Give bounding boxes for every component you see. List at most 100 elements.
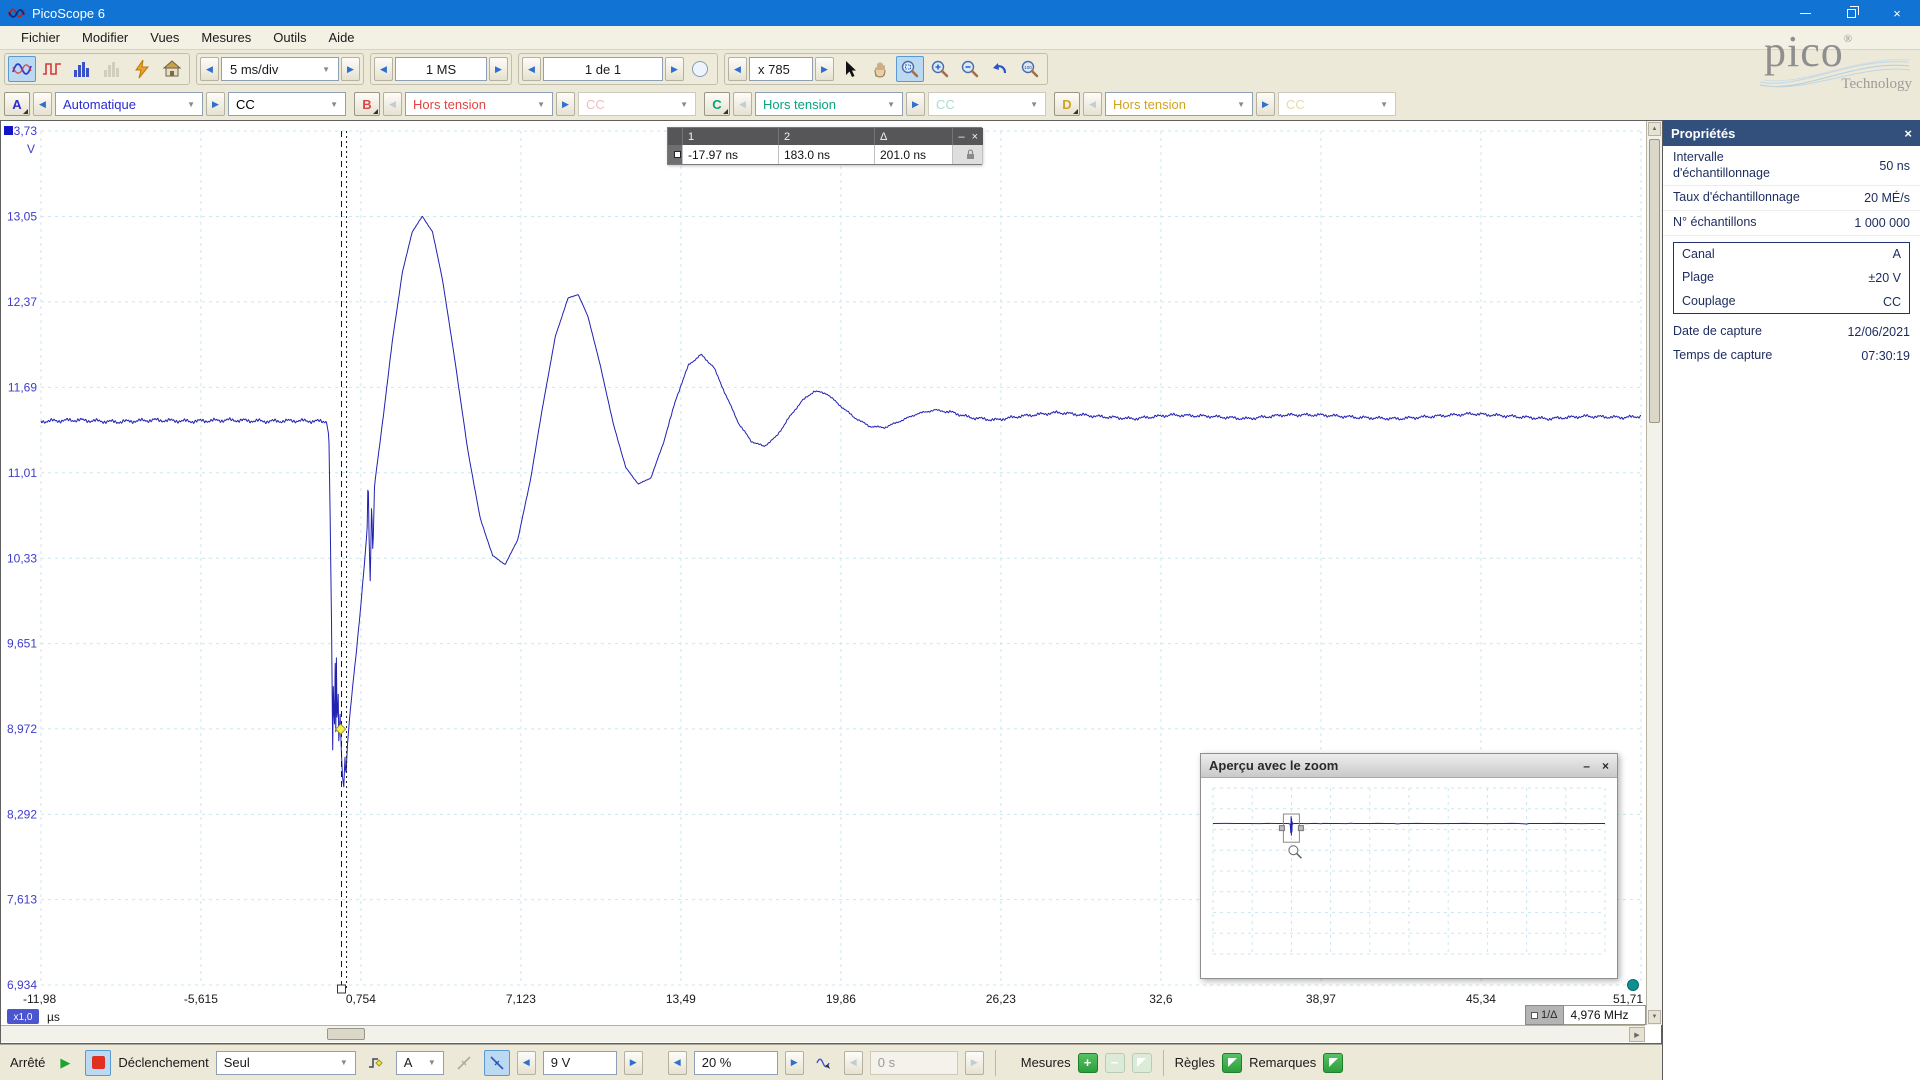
timebase-select[interactable]: 5 ms/div ▼ xyxy=(221,57,339,81)
vertical-scrollbar[interactable]: ▲ ▼ xyxy=(1646,121,1662,1025)
channel-d-range-up-button[interactable]: ▶ xyxy=(1256,92,1275,116)
trigger-timing-button[interactable] xyxy=(811,1050,837,1076)
pointer-tool-button[interactable] xyxy=(836,56,864,82)
pan-tool-button[interactable] xyxy=(866,56,894,82)
channel-b-range-up-button[interactable]: ▶ xyxy=(556,92,575,116)
menu-aide[interactable]: Aide xyxy=(318,27,366,48)
samples-next-button[interactable]: ▶ xyxy=(489,57,508,81)
channel-a-mode-select[interactable]: Automatique ▼ xyxy=(55,92,203,116)
pretrigger-up-button[interactable]: ▶ xyxy=(785,1051,804,1075)
channel-d-button[interactable]: D xyxy=(1054,92,1080,116)
close-button[interactable]: × xyxy=(1874,0,1920,26)
holdoff-field[interactable]: 0 s xyxy=(870,1051,958,1075)
channel-a-range-down-button[interactable]: ◀ xyxy=(33,92,52,116)
channel-c-coupling-select[interactable]: CC ▼ xyxy=(928,92,1046,116)
level-down-button[interactable]: ◀ xyxy=(517,1051,536,1075)
edit-measure-button[interactable] xyxy=(1132,1053,1152,1073)
channel-c-range-down-button[interactable]: ◀ xyxy=(733,92,752,116)
minimize-icon[interactable]: – xyxy=(958,131,964,143)
time-ruler-legend[interactable]: 1 2 Δ – × -17.97 ns 183.0 ns 201.0 ns xyxy=(667,127,982,165)
zoom-rect-handle[interactable] xyxy=(1298,826,1303,831)
channel-b-coupling-select[interactable]: CC ▼ xyxy=(578,92,696,116)
channel-b-mode-select[interactable]: Hors tension ▼ xyxy=(405,92,553,116)
trigger-source-select[interactable]: A ▼ xyxy=(396,1051,444,1075)
vertical-scrollbar-thumb[interactable] xyxy=(1649,139,1660,423)
buffer-overview-button[interactable] xyxy=(686,56,714,82)
zoom-box-tool-button[interactable] xyxy=(896,56,924,82)
channel-b-button[interactable]: B xyxy=(354,92,380,116)
samples-field[interactable]: 1 MS xyxy=(395,57,487,81)
zoom-in-tool-button[interactable] xyxy=(926,56,954,82)
ruler-drag-handle[interactable] xyxy=(338,985,346,993)
remove-measure-button[interactable]: − xyxy=(1105,1053,1125,1073)
axis-scale-dot[interactable] xyxy=(1628,980,1639,991)
notes-button[interactable] xyxy=(1323,1053,1343,1073)
home-button[interactable] xyxy=(158,56,186,82)
menu-modifier[interactable]: Modifier xyxy=(71,27,139,48)
zoom-overview-window[interactable]: Aperçu avec le zoom – × xyxy=(1200,753,1618,979)
falling-edge-button[interactable] xyxy=(484,1050,510,1076)
close-icon[interactable]: × xyxy=(1602,759,1609,773)
zoom-full-button[interactable]: 100 xyxy=(1016,56,1044,82)
xy-view-button[interactable] xyxy=(98,56,126,82)
minimize-button[interactable] xyxy=(1782,0,1828,26)
zoom-overview-plot[interactable] xyxy=(1201,778,1617,978)
scope-view-button[interactable] xyxy=(8,56,36,82)
level-up-button[interactable]: ▶ xyxy=(624,1051,643,1075)
holdoff-down-button[interactable]: ◀ xyxy=(844,1051,863,1075)
start-button[interactable]: ▶ xyxy=(52,1050,78,1076)
channel-d-range-down-button[interactable]: ◀ xyxy=(1083,92,1102,116)
zoom-out-tool-button[interactable] xyxy=(956,56,984,82)
rules-button[interactable] xyxy=(1222,1053,1242,1073)
buffer-prev-button[interactable]: ◀ xyxy=(522,57,541,81)
zoom-prev-button[interactable]: ◀ xyxy=(728,57,747,81)
close-icon[interactable]: × xyxy=(1904,126,1912,141)
channel-c-range-up-button[interactable]: ▶ xyxy=(906,92,925,116)
channel-a-coupling-select[interactable]: CC ▼ xyxy=(228,92,346,116)
samples-prev-button[interactable]: ◀ xyxy=(374,57,393,81)
scroll-right-button[interactable]: ▶ xyxy=(1629,1027,1645,1042)
menu-outils[interactable]: Outils xyxy=(262,27,317,48)
zoom-overview-titlebar[interactable]: Aperçu avec le zoom – × xyxy=(1201,754,1617,778)
pretrigger-down-button[interactable]: ◀ xyxy=(668,1051,687,1075)
zoom-overview-body[interactable] xyxy=(1201,778,1617,978)
channel-a-axis-indicator[interactable] xyxy=(4,126,13,135)
menu-fichier[interactable]: Fichier xyxy=(10,27,71,48)
channel-d-coupling-select[interactable]: CC ▼ xyxy=(1278,92,1396,116)
timebase-prev-button[interactable]: ◀ xyxy=(200,57,219,81)
add-measure-button[interactable]: + xyxy=(1078,1053,1098,1073)
buffer-next-button[interactable]: ▶ xyxy=(665,57,684,81)
channel-c-mode-select[interactable]: Hors tension ▼ xyxy=(755,92,903,116)
channel-c-button[interactable]: C xyxy=(704,92,730,116)
menu-mesures[interactable]: Mesures xyxy=(190,27,262,48)
persistence-view-button[interactable] xyxy=(68,56,96,82)
scroll-down-button[interactable]: ▼ xyxy=(1648,1010,1661,1024)
spectrum-view-button[interactable] xyxy=(38,56,66,82)
channel-a-range-up-button[interactable]: ▶ xyxy=(206,92,225,116)
trigger-mode-select[interactable]: Seul ▼ xyxy=(216,1051,356,1075)
undo-zoom-button[interactable] xyxy=(986,56,1014,82)
horizontal-scrollbar-thumb[interactable] xyxy=(327,1028,365,1040)
zoom-factor-field[interactable]: x 785 xyxy=(749,57,813,81)
auto-setup-button[interactable] xyxy=(128,56,156,82)
pretrigger-field[interactable]: 20 % xyxy=(694,1051,778,1075)
holdoff-up-button[interactable]: ▶ xyxy=(965,1051,984,1075)
restore-button[interactable] xyxy=(1828,0,1874,26)
timebase-next-button[interactable]: ▶ xyxy=(341,57,360,81)
stop-button[interactable] xyxy=(85,1050,111,1076)
menu-vues[interactable]: Vues xyxy=(139,27,190,48)
minimize-icon[interactable]: – xyxy=(1583,759,1590,773)
horizontal-scrollbar[interactable]: ▶ xyxy=(1,1025,1645,1042)
zoom-rect-handle[interactable] xyxy=(1279,826,1284,831)
zoom-next-button[interactable]: ▶ xyxy=(815,57,834,81)
trigger-marker[interactable] xyxy=(336,724,346,734)
trigger-level-field[interactable]: 9 V xyxy=(543,1051,617,1075)
ruler-legend-drag-handle[interactable] xyxy=(668,145,683,164)
ruler-lock-button[interactable] xyxy=(953,145,983,164)
channel-a-button[interactable]: A xyxy=(4,92,30,116)
close-icon[interactable]: × xyxy=(972,131,978,143)
rising-edge-button[interactable] xyxy=(451,1050,477,1076)
channel-b-range-down-button[interactable]: ◀ xyxy=(383,92,402,116)
channel-d-mode-select[interactable]: Hors tension ▼ xyxy=(1105,92,1253,116)
scroll-up-button[interactable]: ▲ xyxy=(1648,122,1661,136)
